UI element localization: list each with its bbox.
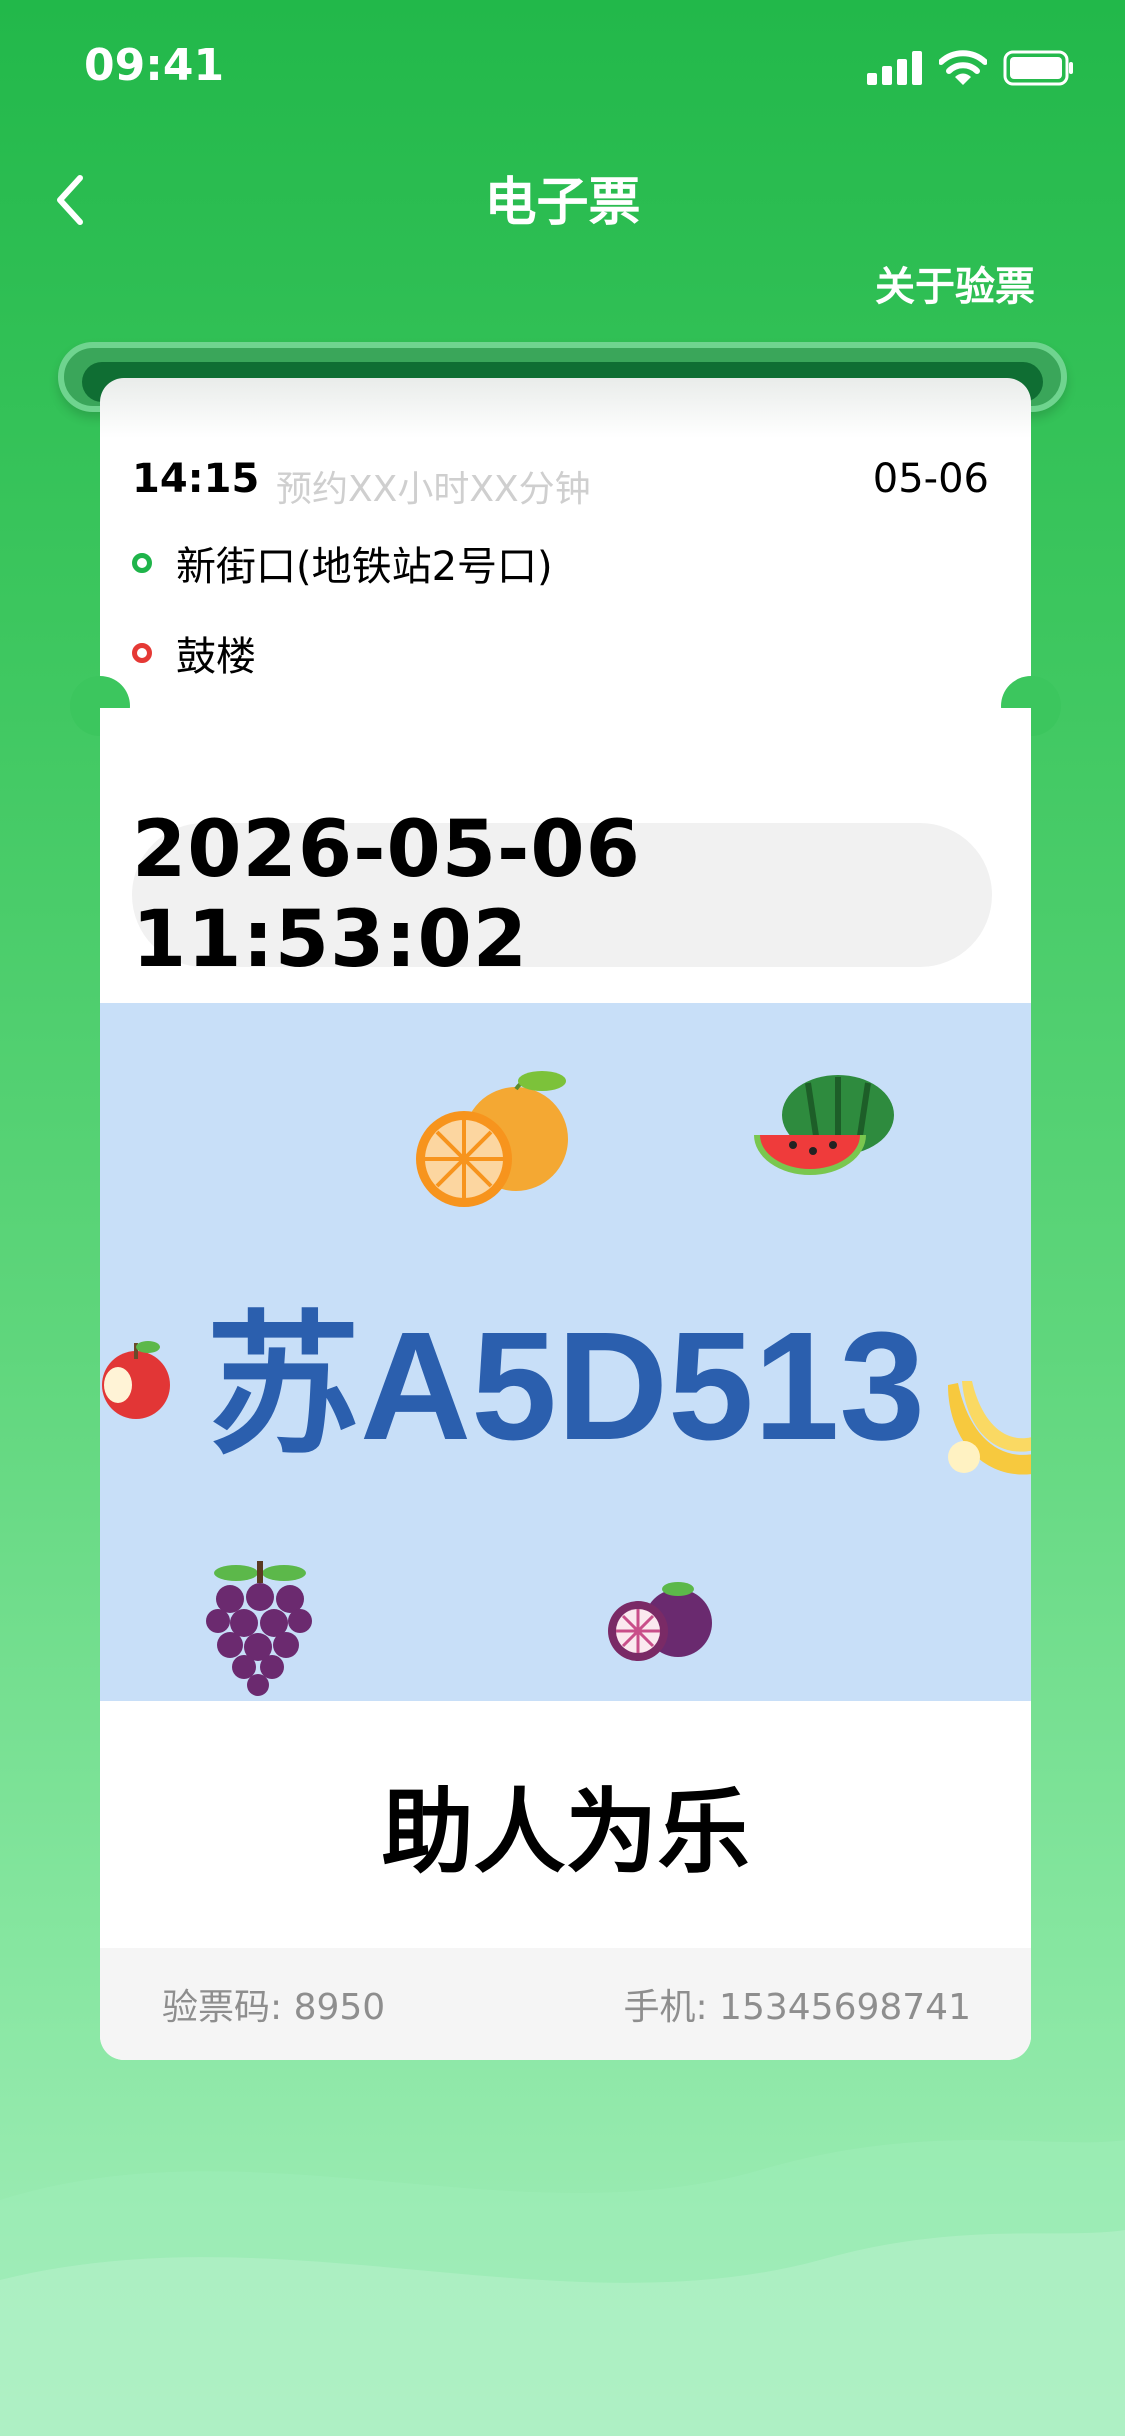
status-bar: 09:41 (0, 0, 1125, 140)
status-time: 09:41 (84, 40, 225, 91)
ticket-datetime: 2026-05-06 11:53:02 (132, 805, 992, 985)
background-waves (0, 2140, 1125, 2436)
arrival-stop-name: 鼓楼 (176, 634, 256, 680)
e-ticket-card: 14:15 预约XX小时XX分钟 05-06 新街口(地铁站2号口) 鼓楼 20… (70, 378, 1061, 2060)
trip-time: 14:15 (132, 456, 260, 502)
cellular-signal-icon (867, 51, 922, 85)
reserve-hint: 预约XX小时XX分钟 (276, 469, 591, 510)
grape-icon (206, 1561, 312, 1696)
orange-icon (416, 1071, 568, 1207)
arrival-dot-icon (132, 643, 152, 663)
ticket-footer: 验票码: 8950 手机: 15345698741 (100, 1948, 1031, 2060)
mangosteen-icon (608, 1582, 712, 1661)
license-plate: 苏A5D513 (205, 1300, 926, 1472)
trip-date: 05-06 (872, 456, 989, 502)
watermelon-icon (754, 1075, 894, 1175)
status-icons (867, 44, 1075, 92)
about-ticket-check-link[interactable]: 关于验票 (875, 254, 1035, 312)
departure-stop-name: 新街口(地铁站2号口) (176, 544, 553, 590)
plate-display: 苏A5D513 (100, 1003, 1031, 1701)
trip-info-section: 14:15 预约XX小时XX分钟 05-06 新街口(地铁站2号口) 鼓楼 (100, 378, 1031, 708)
battery-icon (1003, 50, 1073, 86)
page-title: 电子票 (484, 173, 641, 233)
ticket-slogan: 助人为乐 (381, 1779, 750, 1886)
ticket-body: 2026-05-06 11:53:02 苏A5D513 助人为乐 验票码: 89… (100, 708, 1031, 2060)
departure-dot-icon (132, 553, 152, 573)
wifi-icon (939, 50, 987, 85)
phone-number: 手机: 15345698741 (623, 1987, 971, 2028)
check-code: 验票码: 8950 (162, 1987, 386, 2028)
arrival-stop: 鼓楼 (132, 624, 256, 682)
departure-stop: 新街口(地铁站2号口) (132, 534, 553, 592)
